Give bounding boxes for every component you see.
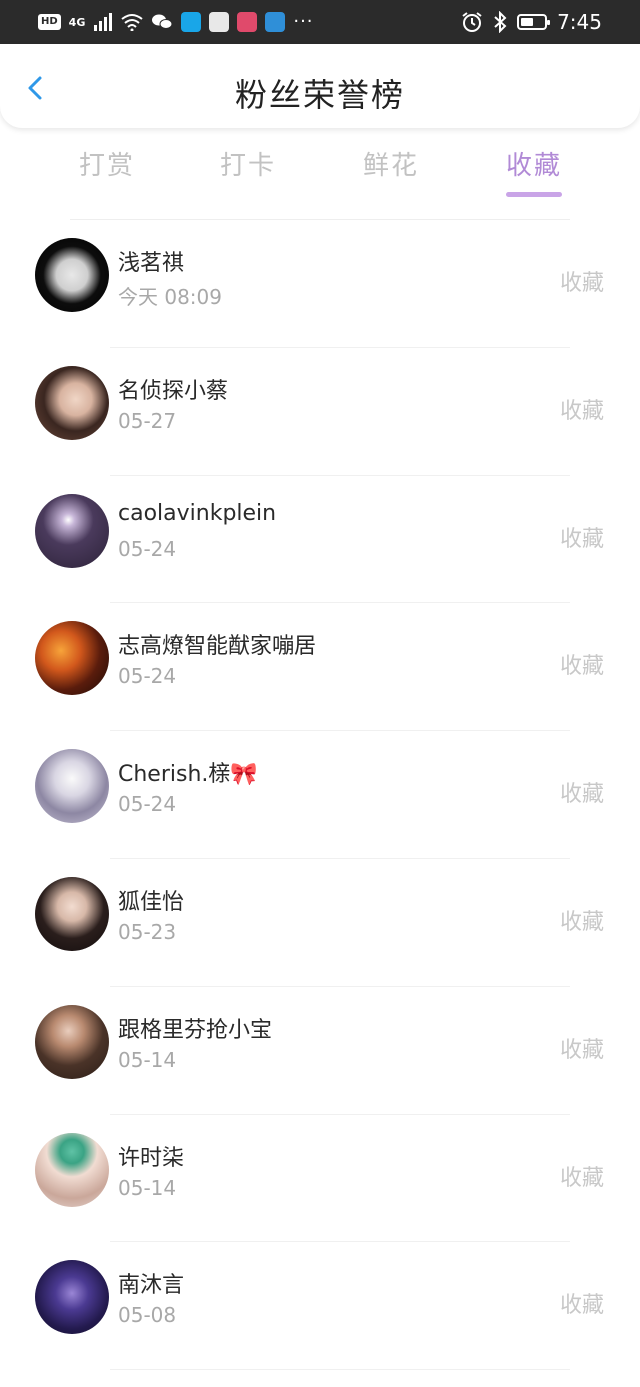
avatar[interactable] bbox=[35, 238, 109, 312]
wifi-icon bbox=[121, 14, 143, 31]
favorite-action[interactable]: 收藏 bbox=[560, 521, 604, 553]
signal-icon bbox=[94, 13, 113, 31]
more-notifications-icon: ··· bbox=[293, 11, 314, 32]
favorite-action[interactable]: 收藏 bbox=[560, 904, 604, 936]
shopping-icon bbox=[209, 12, 230, 32]
hd-badge: HD bbox=[38, 14, 61, 30]
tab-label: 打赏 bbox=[78, 151, 135, 181]
list-item[interactable]: caolavinkplein 05-24 收藏 bbox=[0, 476, 640, 604]
timestamp: 05-14 bbox=[118, 1175, 177, 1200]
alarm-icon bbox=[462, 12, 482, 32]
page-title: 粉丝荣誉榜 bbox=[234, 76, 405, 114]
clock: 7:45 bbox=[557, 10, 602, 34]
status-right: 7:45 bbox=[461, 10, 602, 34]
list-item[interactable]: 志高燎智能猷家嘣居 05-24 收藏 bbox=[0, 603, 640, 732]
favorite-action[interactable]: 收藏 bbox=[560, 648, 604, 680]
avatar[interactable] bbox=[35, 493, 109, 568]
avatar[interactable] bbox=[35, 876, 109, 951]
qq-browser-icon bbox=[181, 12, 202, 32]
user-name: 浅茗祺 bbox=[118, 251, 185, 276]
tab-bar: 打赏 打卡 鲜花 收藏 bbox=[0, 145, 640, 205]
cloud-app-icon bbox=[265, 12, 286, 32]
list-item[interactable]: Cherish.榇🎀 05-24 收藏 bbox=[0, 731, 640, 859]
timestamp: 05-24 bbox=[118, 536, 177, 561]
avatar[interactable] bbox=[35, 1004, 109, 1079]
timestamp: 今天 08:09 bbox=[118, 285, 222, 309]
status-bar: HD 4G ··· 7:45 bbox=[0, 0, 640, 44]
user-name: 狐佳怡 bbox=[118, 889, 185, 915]
status-left: HD 4G ··· bbox=[38, 11, 314, 33]
active-tab-underline bbox=[506, 192, 562, 197]
tab-checkin[interactable]: 打卡 bbox=[208, 145, 288, 182]
user-name: 名侦探小蔡 bbox=[118, 378, 229, 404]
nav-header: 粉丝荣誉榜 bbox=[0, 44, 640, 128]
tab-label: 打卡 bbox=[219, 151, 276, 181]
bluetooth-icon bbox=[494, 11, 507, 33]
tab-favorites[interactable]: 收藏 bbox=[494, 145, 574, 197]
wechat-icon bbox=[152, 14, 173, 29]
network-label: 4G bbox=[68, 15, 86, 29]
list-item[interactable]: 南沐言 05-08 收藏 bbox=[0, 1242, 640, 1371]
timestamp: 05-23 bbox=[118, 919, 177, 944]
user-name: caolavinkplein bbox=[118, 500, 277, 526]
list-item[interactable]: 许时柒 05-14 收藏 bbox=[0, 1115, 640, 1243]
fan-list: 浅茗祺 今天 08:09 收藏 名侦探小蔡 05-27 收藏 caolavink… bbox=[0, 220, 640, 1371]
timestamp: 05-14 bbox=[118, 1047, 177, 1072]
favorite-action[interactable]: 收藏 bbox=[560, 776, 604, 808]
timestamp: 05-08 bbox=[118, 1303, 177, 1328]
battery-icon bbox=[517, 14, 551, 30]
tab-label: 收藏 bbox=[505, 151, 562, 181]
avatar[interactable] bbox=[35, 365, 109, 440]
user-name: Cherish.榇🎀 bbox=[118, 762, 258, 788]
tab-flowers[interactable]: 鲜花 bbox=[351, 145, 431, 182]
promo-app-icon bbox=[237, 12, 258, 32]
favorite-action[interactable]: 收藏 bbox=[560, 1032, 604, 1064]
favorite-action[interactable]: 收藏 bbox=[560, 265, 604, 297]
avatar[interactable] bbox=[35, 1132, 109, 1207]
list-item[interactable]: 跟格里芬抢小宝 05-14 收藏 bbox=[0, 987, 640, 1115]
avatar[interactable] bbox=[35, 621, 109, 696]
list-item[interactable]: 狐佳怡 05-23 收藏 bbox=[0, 859, 640, 987]
timestamp: 05-24 bbox=[118, 792, 177, 817]
timestamp: 05-24 bbox=[118, 664, 177, 689]
avatar[interactable] bbox=[35, 749, 109, 824]
favorite-action[interactable]: 收藏 bbox=[560, 393, 604, 425]
user-name: 志高燎智能猷家嘣居 bbox=[118, 634, 317, 660]
tab-reward[interactable]: 打赏 bbox=[67, 145, 147, 182]
row-divider bbox=[110, 1369, 570, 1371]
list-item[interactable]: 浅茗祺 今天 08:09 收藏 bbox=[0, 220, 640, 348]
list-item[interactable]: 名侦探小蔡 05-27 收藏 bbox=[0, 348, 640, 476]
tab-label: 鲜花 bbox=[362, 151, 419, 181]
user-name: 许时柒 bbox=[118, 1145, 185, 1171]
battery-level bbox=[521, 18, 534, 26]
favorite-action[interactable]: 收藏 bbox=[560, 1160, 604, 1192]
avatar[interactable] bbox=[35, 1260, 109, 1335]
user-name: 跟格里芬抢小宝 bbox=[118, 1017, 273, 1043]
user-name: 南沐言 bbox=[118, 1273, 185, 1299]
timestamp: 05-27 bbox=[118, 408, 177, 433]
favorite-action[interactable]: 收藏 bbox=[560, 1287, 604, 1319]
